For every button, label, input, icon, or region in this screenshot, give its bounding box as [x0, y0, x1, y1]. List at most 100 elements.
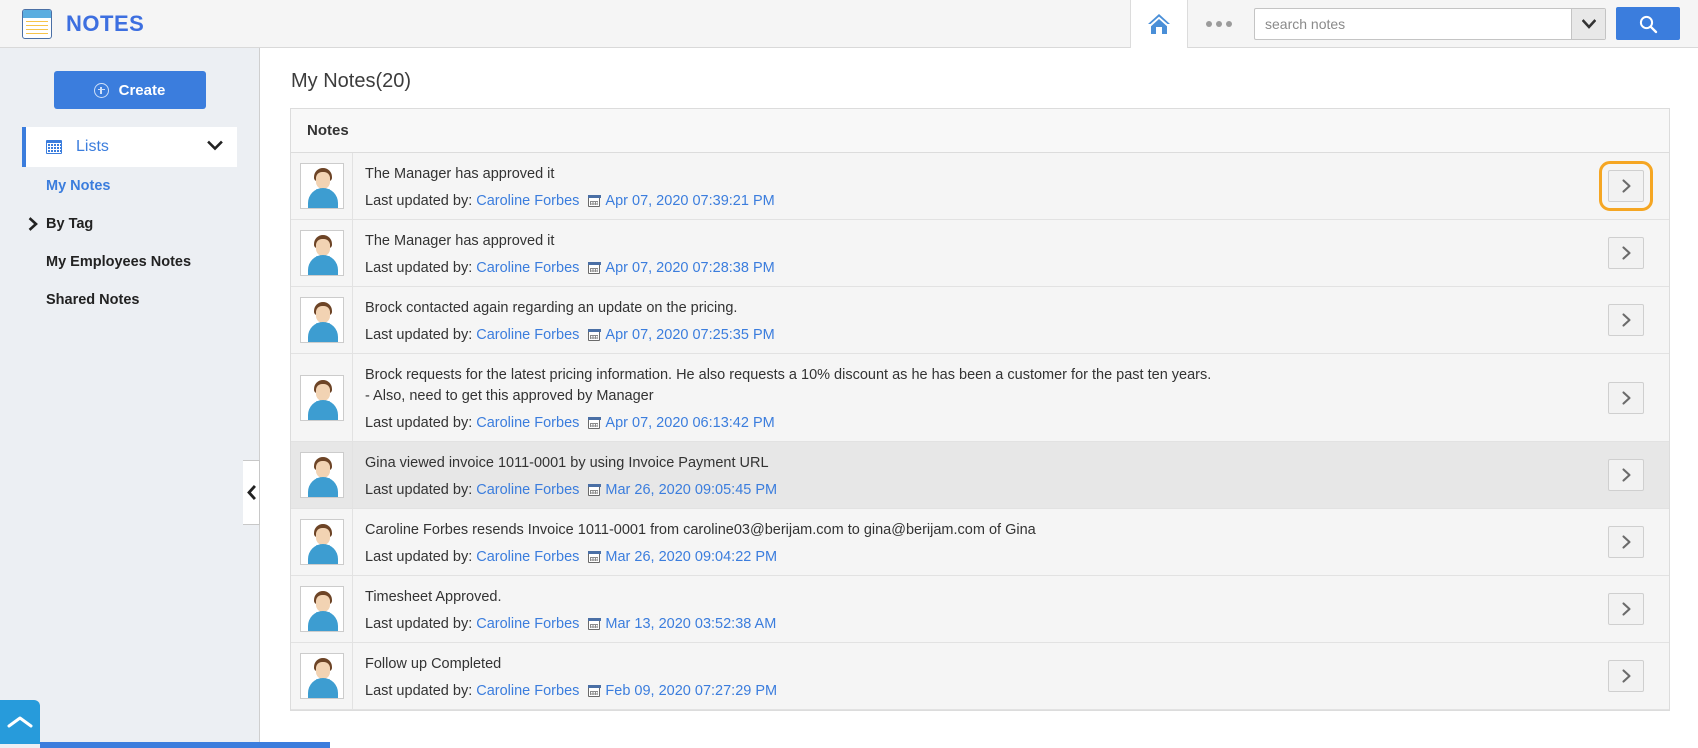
note-row[interactable]: Timesheet Approved. Last updated by: Carol…: [291, 576, 1669, 644]
note-text: Gina viewed invoice 1011-0001 by using I…: [365, 455, 769, 472]
calendar-icon: [588, 550, 601, 564]
sidebar-section-lists-label: Lists: [76, 138, 109, 155]
calendar-icon: [588, 194, 601, 208]
note-expand-button[interactable]: [1608, 593, 1644, 626]
note-meta-prefix: Last updated by:: [365, 193, 473, 210]
notes-list: The Manager has approved it Last updated …: [291, 153, 1669, 711]
chevron-down-icon[interactable]: [207, 138, 223, 156]
user-avatar-icon: [299, 653, 344, 700]
chevron-right-icon: [1621, 602, 1631, 616]
note-expand-button[interactable]: [1608, 459, 1644, 492]
note-row[interactable]: Gina viewed invoice 1011-0001 by using I…: [291, 442, 1669, 510]
note-date-link[interactable]: Apr 07, 2020 07:39:21 PM: [605, 193, 774, 209]
note-row[interactable]: Brock requests for the latest pricing in…: [291, 354, 1669, 443]
search-input[interactable]: [1255, 8, 1571, 39]
sidebar-section-lists[interactable]: Lists: [22, 127, 237, 167]
note-row[interactable]: The Manager has approved it Last updated …: [291, 220, 1669, 288]
brand[interactable]: NOTES: [0, 8, 144, 39]
plus-circle-icon: [93, 82, 109, 98]
note-author-link[interactable]: Caroline Forbes: [476, 327, 579, 343]
note-text: Follow up Completed: [365, 656, 502, 673]
note-text: The Manager has approved it: [365, 233, 555, 250]
sidebar-item-by-tag[interactable]: By Tag: [22, 205, 237, 243]
chevron-right-icon[interactable]: [22, 217, 44, 231]
calendar-icon: [588, 328, 601, 342]
note-date-link[interactable]: Mar 26, 2020 09:04:22 PM: [605, 549, 777, 565]
note-expand-button[interactable]: [1599, 161, 1653, 211]
note-row[interactable]: Brock contacted again regarding an updat…: [291, 287, 1669, 355]
user-avatar-icon: [299, 452, 344, 499]
note-body: The Manager has approved it Last updated …: [353, 153, 1583, 219]
avatar-cell: [291, 287, 353, 354]
more-dots-icon[interactable]: [1188, 0, 1250, 48]
create-button[interactable]: Create: [53, 71, 206, 109]
avatar-cell: [291, 442, 353, 509]
home-icon[interactable]: [1130, 0, 1188, 48]
note-meta: Last updated by: Caroline Forbes Apr 07, 2…: [365, 327, 1583, 343]
calendar-icon: [588, 617, 601, 631]
note-row[interactable]: The Manager has approved it Last updated …: [291, 153, 1669, 221]
note-author-link[interactable]: Caroline Forbes: [476, 415, 579, 431]
sidebar-collapse-handle[interactable]: [243, 460, 260, 525]
note-row[interactable]: Follow up Completed Last updated by: Carol…: [291, 643, 1669, 711]
note-action-cell: [1583, 287, 1669, 353]
note-meta-prefix: Last updated by:: [365, 616, 473, 633]
chevron-right-icon: [1621, 468, 1631, 482]
note-text: The Manager has approved it: [365, 166, 555, 182]
chevron-right-icon: [1621, 313, 1631, 327]
note-body: Brock contacted again regarding an updat…: [353, 287, 1583, 353]
note-author-link[interactable]: Caroline Forbes: [476, 482, 579, 498]
note-author-link[interactable]: Caroline Forbes: [476, 549, 579, 565]
user-avatar-icon: [299, 586, 344, 633]
note-meta: Last updated by: Caroline Forbes Apr 07, 2…: [365, 260, 1583, 276]
note-date-link[interactable]: Apr 07, 2020 06:13:42 PM: [605, 415, 774, 431]
note-row[interactable]: Caroline Forbes resends Invoice 1011-000…: [291, 509, 1669, 577]
note-text: Brock contacted again regarding an updat…: [365, 300, 738, 317]
note-expand-button[interactable]: [1608, 381, 1644, 414]
note-date-link[interactable]: Mar 13, 2020 03:52:38 AM: [605, 616, 776, 632]
sidebar: Create Lists My Notes By Tag My Employee…: [0, 48, 260, 748]
note-meta-prefix: Last updated by:: [365, 683, 473, 700]
note-author-link[interactable]: Caroline Forbes: [476, 193, 579, 209]
user-avatar-icon: [299, 297, 344, 344]
search-button[interactable]: [1616, 7, 1680, 40]
chevron-right-icon: [1621, 246, 1631, 260]
note-author-link[interactable]: Caroline Forbes: [476, 683, 579, 699]
user-avatar-icon: [299, 374, 344, 421]
note-body: Brock requests for the latest pricing in…: [353, 354, 1583, 441]
main-content: My Notes(20) Notes The Manager has appro…: [261, 48, 1698, 748]
note-expand-button[interactable]: [1608, 660, 1644, 693]
chevron-down-icon[interactable]: [1571, 8, 1605, 39]
note-action-cell: [1583, 153, 1669, 219]
avatar-cell: [291, 153, 353, 220]
scroll-to-top-button[interactable]: [0, 700, 40, 744]
chevron-right-icon: [1621, 669, 1631, 683]
note-body: Caroline Forbes resends Invoice 1011-000…: [353, 509, 1583, 575]
page-title: My Notes(20): [291, 70, 412, 92]
note-action-cell: [1583, 442, 1669, 508]
sidebar-item-label: My Notes: [46, 178, 111, 194]
note-expand-button[interactable]: [1608, 237, 1644, 270]
note-expand-button[interactable]: [1608, 526, 1644, 559]
sidebar-item-my-employees-notes[interactable]: My Employees Notes: [22, 243, 237, 281]
note-date-link[interactable]: Apr 07, 2020 07:25:35 PM: [605, 327, 774, 343]
avatar-cell: [291, 576, 353, 643]
note-date-link[interactable]: Apr 07, 2020 07:28:38 PM: [605, 260, 774, 276]
sidebar-item-shared-notes[interactable]: Shared Notes: [22, 281, 237, 319]
note-author-link[interactable]: Caroline Forbes: [476, 260, 579, 276]
note-date-link[interactable]: Feb 09, 2020 07:27:29 PM: [605, 683, 777, 699]
avatar-cell: [291, 509, 353, 576]
notes-panel-header: Notes: [291, 109, 1669, 153]
note-date-link[interactable]: Mar 26, 2020 09:05:45 PM: [605, 482, 777, 498]
chevron-right-icon: [1621, 179, 1631, 193]
note-expand-button[interactable]: [1608, 304, 1644, 337]
note-author-link[interactable]: Caroline Forbes: [476, 616, 579, 632]
note-action-cell: [1583, 576, 1669, 642]
sidebar-item-my-notes[interactable]: My Notes: [22, 167, 237, 205]
note-body: Gina viewed invoice 1011-0001 by using I…: [353, 442, 1583, 508]
top-bar-actions: [1130, 0, 1698, 48]
note-action-cell: [1583, 220, 1669, 286]
avatar-cell: [291, 643, 353, 710]
calendar-icon: [588, 684, 601, 698]
create-button-label: Create: [118, 81, 166, 99]
